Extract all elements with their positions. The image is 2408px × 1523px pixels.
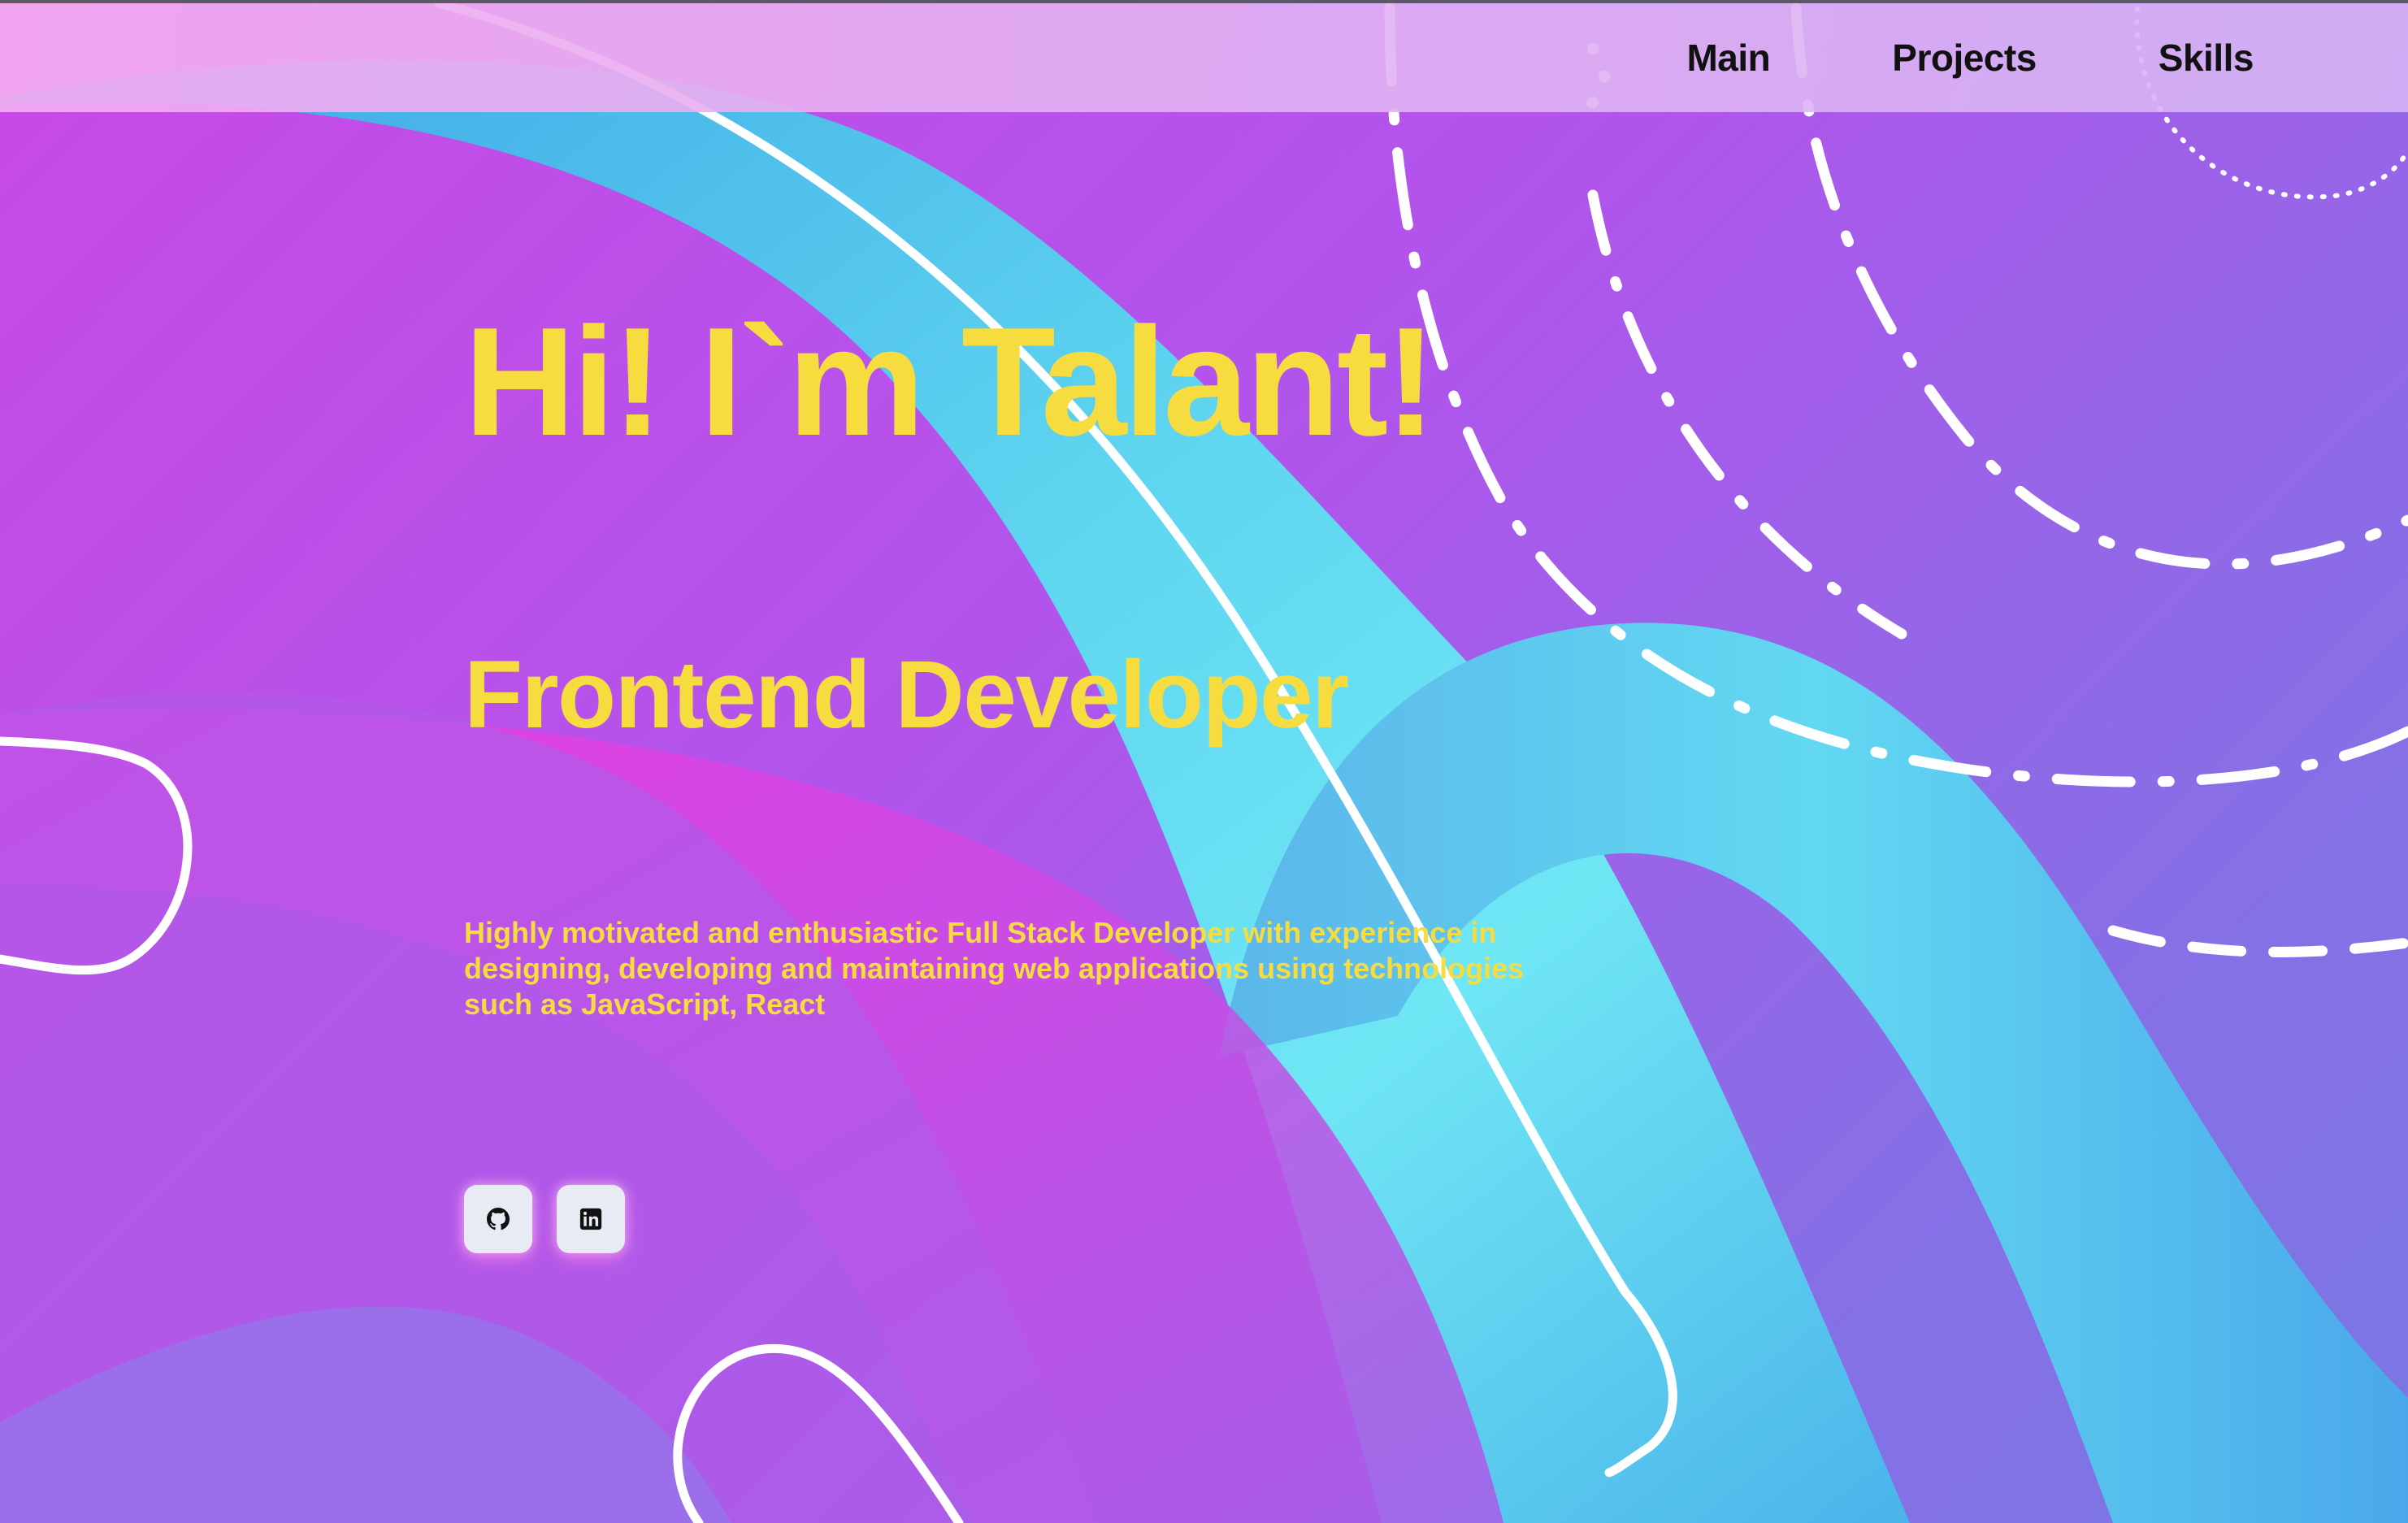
background-art [0, 0, 2408, 1523]
nav-links: Main Projects Skills [1686, 3, 2254, 112]
hero-title: Hi! I`m Talant! [464, 296, 1437, 468]
window-top-border [0, 0, 2408, 3]
hero-role: Frontend Developer [464, 641, 1349, 748]
hero-description: Highly motivated and enthusiastic Full S… [464, 916, 1525, 1021]
github-icon [487, 1208, 510, 1230]
nav-link-skills[interactable]: Skills [2159, 36, 2254, 80]
top-navbar: Main Projects Skills [0, 3, 2408, 112]
social-links [464, 1185, 625, 1253]
nav-link-projects[interactable]: Projects [1892, 36, 2037, 80]
linkedin-icon [579, 1208, 602, 1230]
hero-section: Hi! I`m Talant! Frontend Developer Highl… [464, 296, 1683, 1253]
linkedin-button[interactable] [557, 1185, 625, 1253]
github-button[interactable] [464, 1185, 532, 1253]
dashed-arc-5 [2107, 925, 2408, 957]
nav-link-main[interactable]: Main [1686, 36, 1770, 80]
